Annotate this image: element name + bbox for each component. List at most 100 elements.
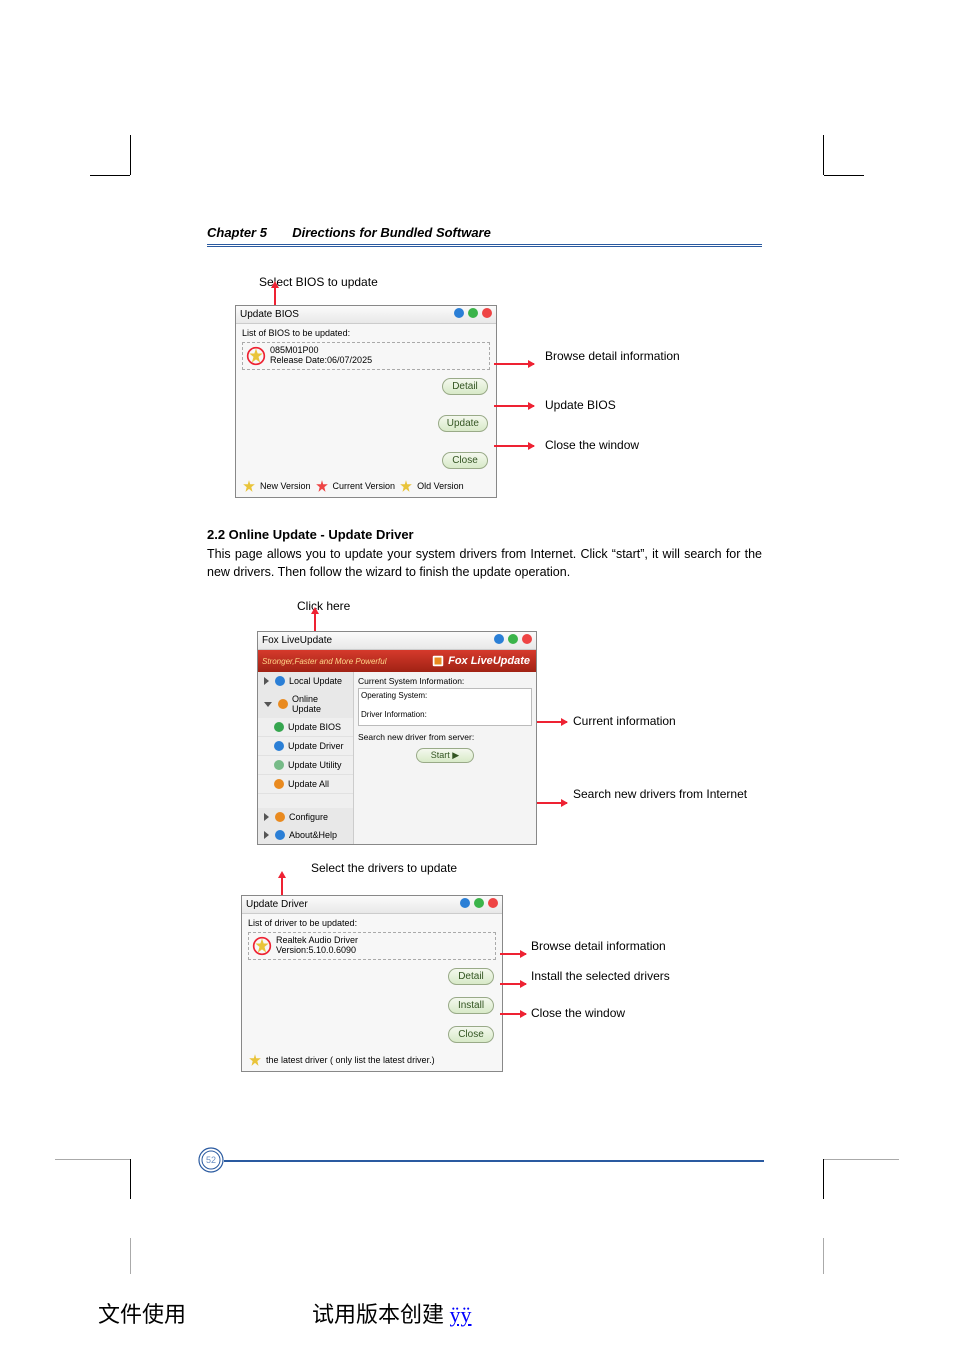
chapter-label: Chapter 5	[207, 225, 267, 240]
window-title: Update BIOS	[240, 309, 299, 320]
close-icon[interactable]	[488, 898, 498, 908]
window-controls	[459, 898, 498, 911]
window-controls	[453, 308, 492, 321]
minimize-icon[interactable]	[454, 308, 464, 318]
window-title: Fox LiveUpdate	[262, 635, 332, 646]
arrow-right-icon	[537, 721, 567, 723]
panel-os-label: Operating System:	[361, 691, 529, 700]
new-version-star-icon	[246, 346, 266, 366]
arrow-up-icon	[281, 877, 283, 895]
close-icon[interactable]	[482, 308, 492, 318]
detail-button[interactable]: Detail	[442, 378, 488, 395]
close-button[interactable]: Close	[448, 1026, 494, 1043]
close-button[interactable]: Close	[442, 452, 488, 469]
section-paragraph: This page allows you to update your syst…	[207, 546, 762, 581]
minimize-icon[interactable]	[460, 898, 470, 908]
panel-search-label: Search new driver from server:	[358, 732, 532, 742]
footer-rule	[224, 1160, 764, 1162]
footer-link[interactable]: ÿÿ	[450, 1302, 472, 1327]
banner-slogan: Stronger,Faster and More Powerful	[262, 657, 387, 666]
nav-local-update[interactable]: Local Update	[258, 672, 353, 690]
arrow-up-icon	[314, 613, 316, 631]
minimize-icon[interactable]	[494, 634, 504, 644]
legend-new: New Version	[260, 481, 311, 491]
driver-window: Update Driver List of driver to be updat…	[241, 895, 503, 1072]
section-heading: 2.2 Online Update - Update Driver	[207, 527, 762, 542]
callout-detail: Browse detail information	[545, 349, 680, 363]
nav-update-utility[interactable]: Update Utility	[258, 756, 353, 775]
start-row: Start ▶	[358, 744, 532, 767]
star-old-icon	[399, 479, 413, 493]
globe-icon	[278, 699, 288, 709]
bios-list-item[interactable]: 085M01P00 Release Date:06/07/2025	[242, 342, 490, 370]
chapter-header: Chapter 5 Directions for Bundled Softwar…	[207, 225, 762, 247]
callout-close: Close the window	[545, 438, 639, 452]
arrow-right-icon	[500, 953, 526, 955]
all-icon	[274, 779, 284, 789]
driver-caption: Select the drivers to update	[311, 861, 457, 875]
panel-driver-label: Driver Information:	[361, 710, 529, 719]
nav-update-bios[interactable]: Update BIOS	[258, 718, 353, 737]
utility-icon	[274, 760, 284, 770]
nav-update-all[interactable]: Update All	[258, 775, 353, 794]
latest-driver-star-icon	[252, 936, 272, 956]
nav-about-help[interactable]: About&Help	[258, 826, 353, 844]
driver-item-text: Realtek Audio Driver Version:5.10.0.6090	[276, 936, 358, 956]
arrow-right-icon	[494, 363, 534, 365]
callout-install: Install the selected drivers	[531, 969, 670, 983]
bios-item-text: 085M01P00 Release Date:06/07/2025	[270, 346, 372, 366]
arrow-right-icon	[537, 802, 567, 804]
callout-detail2: Browse detail information	[531, 939, 666, 953]
legend: New Version Current Version Old Version	[236, 475, 496, 497]
driver-list-item[interactable]: Realtek Audio Driver Version:5.10.0.6090	[248, 932, 496, 960]
fox-caption: Click here	[297, 599, 762, 613]
driver-icon	[274, 741, 284, 751]
panel-current-info: Operating System: Driver Information:	[358, 688, 532, 726]
fox-banner: Stronger,Faster and More Powerful Fox Li…	[258, 650, 536, 672]
arrow-right-icon	[494, 445, 534, 447]
maximize-icon[interactable]	[468, 308, 478, 318]
chip-icon	[274, 722, 284, 732]
titlebar: Fox LiveUpdate	[258, 632, 536, 650]
bios-caption: Select BIOS to update	[259, 275, 762, 289]
fox-window: Fox LiveUpdate Stronger,Faster and More …	[257, 631, 537, 845]
fox-icon	[431, 654, 445, 668]
maximize-icon[interactable]	[474, 898, 484, 908]
folder-icon	[275, 676, 285, 686]
bios-window: Update BIOS List of BIOS to be updated: …	[235, 305, 497, 498]
bios-list-label: List of BIOS to be updated:	[236, 324, 496, 342]
footer-right: 试用版本创建 ÿÿ	[312, 1297, 472, 1329]
legend-current: Current Version	[333, 481, 396, 491]
close-icon[interactable]	[522, 634, 532, 644]
legend: the latest driver ( only list the latest…	[242, 1049, 502, 1071]
gear-icon	[275, 812, 285, 822]
update-button[interactable]: Update	[438, 415, 488, 432]
page-number-badge: 52	[198, 1147, 224, 1173]
arrow-right-icon	[494, 405, 534, 407]
window-controls	[493, 634, 532, 647]
legend-old: Old Version	[417, 481, 464, 491]
star-icon	[248, 1053, 262, 1067]
window-title: Update Driver	[246, 899, 308, 910]
start-button[interactable]: Start ▶	[416, 748, 474, 763]
play-icon: ▶	[452, 750, 459, 760]
page-number: 52	[206, 1155, 216, 1165]
footer-left: 文件使用	[98, 1297, 186, 1329]
legend-latest: the latest driver ( only list the latest…	[266, 1055, 435, 1065]
driver-list-label: List of driver to be updated:	[242, 914, 502, 932]
arrow-right-icon	[500, 1013, 526, 1015]
panel-current-label: Current System Information:	[358, 676, 532, 686]
nav-online-update[interactable]: Online Update	[258, 690, 353, 718]
callout-close2: Close the window	[531, 1006, 625, 1020]
nav-update-driver[interactable]: Update Driver	[258, 737, 353, 756]
chapter-title: Directions for Bundled Software	[292, 225, 491, 240]
star-current-icon	[315, 479, 329, 493]
detail-button[interactable]: Detail	[448, 968, 494, 985]
help-icon	[275, 830, 285, 840]
star-new-icon	[242, 479, 256, 493]
arrow-up-icon	[274, 287, 276, 305]
install-button[interactable]: Install	[448, 997, 494, 1014]
nav-configure[interactable]: Configure	[258, 808, 353, 826]
titlebar: Update BIOS	[236, 306, 496, 324]
maximize-icon[interactable]	[508, 634, 518, 644]
